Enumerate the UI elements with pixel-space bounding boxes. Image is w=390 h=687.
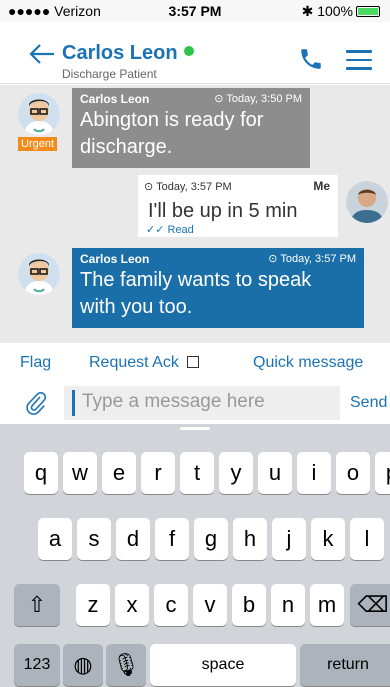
key-r[interactable]: r	[141, 452, 175, 494]
key-j[interactable]: j	[272, 518, 306, 560]
key-i[interactable]: i	[297, 452, 331, 494]
message-text: I'll be up in 5 min	[148, 200, 298, 222]
key-p[interactable]: p	[375, 452, 390, 494]
key-s[interactable]: s	[77, 518, 111, 560]
battery-status: ✱ 100%	[302, 3, 380, 20]
text-cursor	[72, 390, 75, 416]
message-time: ⊙ Today, 3:57 PM	[144, 181, 232, 193]
read-receipt: ✓✓ Read	[146, 224, 194, 236]
shift-key[interactable]: ⇧	[14, 584, 60, 626]
key-a[interactable]: a	[38, 518, 72, 560]
numbers-key[interactable]: 123	[14, 644, 60, 686]
message-time: ⊙ Today, 3:50 PM	[214, 93, 302, 105]
request-ack-label: Request Ack	[89, 354, 179, 371]
message-sender: Me	[313, 179, 330, 193]
chat-header: Carlos Leon Discharge Patient	[0, 22, 390, 84]
back-arrow-icon[interactable]	[28, 42, 56, 66]
keyboard: qwertyuiop asdfghjkl ⇧ zxcvbnm ⌫ 123 ◍ 🎙…	[0, 424, 390, 687]
key-f[interactable]: f	[155, 518, 189, 560]
microphone-icon[interactable]: 🎙	[106, 644, 146, 686]
send-button[interactable]: Send	[350, 394, 387, 412]
key-h[interactable]: h	[233, 518, 267, 560]
online-status-dot	[183, 46, 194, 56]
key-e[interactable]: e	[102, 452, 136, 494]
status-bar: ●●●●● Verizon 3:57 PM ✱ 100%	[0, 0, 390, 22]
message-bubble[interactable]: Carlos Leon ⊙ Today, 3:57 PM The family …	[72, 248, 364, 328]
message-text: discharge.	[80, 136, 173, 158]
message-list[interactable]: Urgent Carlos Leon ⊙ Today, 3:50 PM Abin…	[0, 85, 390, 343]
key-g[interactable]: g	[194, 518, 228, 560]
message-text: Abington is ready for	[80, 109, 264, 131]
message-input[interactable]: Type a message here	[64, 386, 340, 420]
key-l[interactable]: l	[350, 518, 384, 560]
paperclip-icon[interactable]	[24, 391, 48, 415]
key-d[interactable]: d	[116, 518, 150, 560]
key-o[interactable]: o	[336, 452, 370, 494]
urgent-badge: Urgent	[18, 137, 58, 151]
phone-icon[interactable]	[298, 46, 324, 72]
conversation-subject: Discharge Patient	[62, 67, 157, 81]
message-text: The family wants to speak	[80, 269, 312, 291]
flag-button[interactable]: Flag	[20, 354, 51, 372]
delete-key[interactable]: ⌫	[350, 584, 390, 626]
key-b[interactable]: b	[232, 584, 266, 626]
key-t[interactable]: t	[180, 452, 214, 494]
key-k[interactable]: k	[311, 518, 345, 560]
key-z[interactable]: z	[76, 584, 110, 626]
message-time: ⊙ Today, 3:57 PM	[268, 253, 356, 265]
bluetooth-icon: ✱	[301, 3, 314, 19]
quick-message-button[interactable]: Quick message	[253, 354, 363, 372]
contact-name: Carlos Leon	[62, 42, 194, 65]
keyboard-drag-handle[interactable]	[180, 427, 210, 430]
message-bubble[interactable]: Carlos Leon ⊙ Today, 3:50 PM Abington is…	[72, 88, 310, 168]
request-ack-toggle[interactable]: Request Ack	[89, 354, 199, 372]
composer: Type a message here Send	[0, 383, 390, 423]
battery-icon	[356, 6, 380, 17]
message-text: with you too.	[80, 296, 193, 318]
space-key[interactable]: space	[150, 644, 296, 686]
battery-label: 100%	[317, 3, 353, 19]
my-avatar	[346, 181, 388, 223]
contact-avatar	[18, 253, 60, 295]
key-y[interactable]: y	[219, 452, 253, 494]
globe-icon[interactable]: ◍	[63, 644, 103, 686]
key-x[interactable]: x	[115, 584, 149, 626]
key-c[interactable]: c	[154, 584, 188, 626]
return-key[interactable]: return	[300, 644, 390, 686]
key-q[interactable]: q	[24, 452, 58, 494]
key-u[interactable]: u	[258, 452, 292, 494]
menu-icon[interactable]	[346, 50, 372, 70]
message-actions: Flag Request Ack Quick message	[0, 343, 390, 383]
checkbox-icon[interactable]	[186, 356, 199, 368]
key-w[interactable]: w	[63, 452, 97, 494]
key-m[interactable]: m	[310, 584, 344, 626]
contact-avatar	[18, 93, 60, 135]
message-bubble[interactable]: ⊙ Today, 3:57 PM Me I'll be up in 5 min …	[138, 175, 338, 237]
key-v[interactable]: v	[193, 584, 227, 626]
key-n[interactable]: n	[271, 584, 305, 626]
